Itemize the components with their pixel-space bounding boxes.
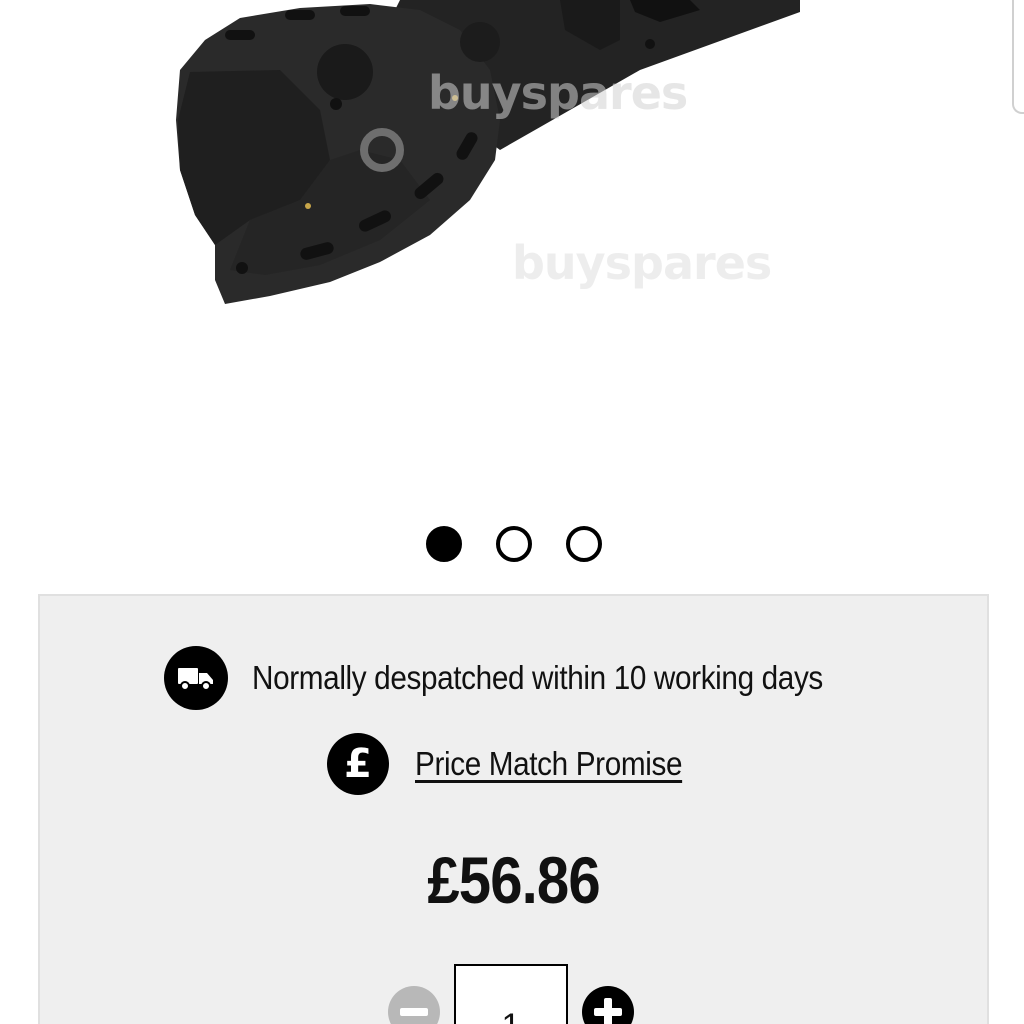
despatch-text: Normally despatched within 10 working da… bbox=[252, 659, 823, 696]
watermark-text: buyspares bbox=[428, 66, 688, 120]
price-match-promise-link[interactable]: Price Match Promise bbox=[415, 745, 682, 783]
decrease-quantity-button[interactable] bbox=[388, 986, 440, 1024]
pound-glyph: £ bbox=[344, 741, 372, 787]
product-page: buyspares buyspares Normally despatched … bbox=[0, 0, 1024, 1024]
carousel-dot-3[interactable] bbox=[566, 526, 602, 562]
increase-quantity-button[interactable] bbox=[582, 986, 634, 1024]
product-price: £56.86 bbox=[427, 843, 600, 917]
despatch-row: Normally despatched within 10 working da… bbox=[164, 646, 886, 710]
carousel-pagination bbox=[0, 526, 1024, 564]
watermark-text-secondary: buyspares bbox=[512, 236, 772, 290]
carousel-dot-1[interactable] bbox=[426, 526, 462, 562]
quantity-input[interactable] bbox=[454, 964, 568, 1024]
quantity-stepper bbox=[388, 964, 634, 1024]
scrollbar[interactable] bbox=[1012, 0, 1024, 114]
product-image[interactable]: buyspares buyspares bbox=[0, 0, 1024, 500]
purchase-info-panel: Normally despatched within 10 working da… bbox=[38, 594, 989, 1024]
price-match-row: £ Price Match Promise bbox=[327, 733, 712, 795]
carousel-dot-2[interactable] bbox=[496, 526, 532, 562]
delivery-truck-icon bbox=[164, 646, 228, 710]
pound-sign-icon: £ bbox=[327, 733, 389, 795]
